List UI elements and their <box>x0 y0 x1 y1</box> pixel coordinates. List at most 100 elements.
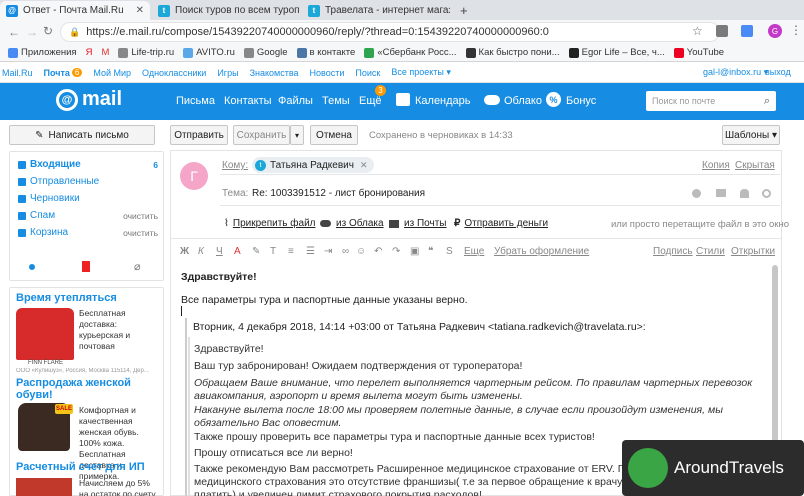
folder-spam[interactable]: Спам очистить <box>18 210 158 221</box>
bank-logo-image[interactable] <box>16 478 72 496</box>
nav-letters[interactable]: Письма <box>176 95 215 107</box>
bookmark-youtube[interactable]: YouTube <box>673 47 724 58</box>
portal-link[interactable]: Игры <box>217 68 238 78</box>
portal-link[interactable]: Mail.Ru <box>2 68 33 78</box>
folder-sent[interactable]: Отправленные <box>18 176 158 187</box>
portal-link[interactable]: Поиск <box>355 68 380 78</box>
portal-link[interactable]: Почта <box>44 68 70 78</box>
send-money-button[interactable]: ₽ Отправить деньги <box>454 218 548 229</box>
back-icon[interactable]: ← <box>8 25 20 39</box>
flag-filter-icon[interactable] <box>82 261 90 272</box>
bookmark-sberbank[interactable]: «Сбербанк Росс... <box>364 47 457 58</box>
translate-icon[interactable] <box>741 25 753 37</box>
nav-files[interactable]: Файлы <box>278 95 313 107</box>
clear-spam-link[interactable]: очистить <box>123 211 158 221</box>
bold-icon[interactable]: Ж <box>180 246 189 257</box>
redo-icon[interactable]: ↷ <box>392 246 400 257</box>
recipient-chip[interactable]: t Татьяна Радкевич ✕ <box>252 157 374 173</box>
bookmark-howto[interactable]: Как быстро пони... <box>465 47 560 58</box>
cancel-button[interactable]: Отмена <box>310 125 358 145</box>
cc-link[interactable]: Копия <box>702 160 730 171</box>
text-color-icon[interactable]: A <box>234 246 241 257</box>
menu-icon[interactable]: ⋮ <box>790 23 802 37</box>
italic-icon[interactable]: К <box>198 246 204 257</box>
tab-tours-search[interactable]: t Поиск туров по всем туропер ✕ <box>152 1 300 20</box>
from-mail-button[interactable]: из Почты <box>389 218 446 229</box>
address-bar[interactable]: 🔒 https://e.mail.ru/compose/154392207400… <box>60 22 720 42</box>
to-label[interactable]: Кому: <box>222 160 248 171</box>
extension-icon[interactable] <box>716 25 728 37</box>
bcc-link[interactable]: Скрытая <box>735 160 775 171</box>
nav-themes[interactable]: Темы <box>322 95 350 107</box>
clear-trash-link[interactable]: очистить <box>123 228 158 238</box>
attachment-filter-icon[interactable]: ⌀ <box>134 260 141 273</box>
emoji-icon[interactable]: ☺ <box>356 246 366 257</box>
bookmark-yandex[interactable]: Я <box>86 47 93 58</box>
styles-link[interactable]: Стили <box>696 246 725 257</box>
strikethrough-icon[interactable]: S <box>446 246 453 257</box>
red-jacket-image[interactable] <box>16 308 74 360</box>
signature-link[interactable]: Подпись <box>653 246 693 257</box>
nav-cloud[interactable]: Облако <box>504 95 542 107</box>
undo-icon[interactable]: ↶ <box>374 246 382 257</box>
folder-drafts[interactable]: Черновики <box>18 193 158 204</box>
save-dropdown-chevron-icon[interactable]: ▾ <box>290 125 304 145</box>
bookmark-vk[interactable]: в контакте <box>296 47 355 58</box>
remove-recipient-icon[interactable]: ✕ <box>360 160 368 171</box>
quote-icon[interactable]: ❝ <box>428 246 433 257</box>
portal-link[interactable]: Одноклассники <box>142 68 206 78</box>
unread-filter-icon[interactable] <box>29 264 35 270</box>
from-cloud-button[interactable]: из Облака <box>320 218 384 229</box>
reminder-bell-icon[interactable] <box>740 189 749 198</box>
tab-travelata[interactable]: t Травелата - интернет магази ✕ <box>302 1 450 20</box>
promo-title[interactable]: Расчетный счет для ИП <box>16 461 145 473</box>
promo-title[interactable]: Время утепляться <box>16 292 117 304</box>
promo-title[interactable]: Распродажа женской обуви! <box>16 377 156 401</box>
priority-icon[interactable] <box>692 189 701 198</box>
save-button[interactable]: Сохранить <box>233 125 290 145</box>
underline-icon[interactable]: Ч <box>216 246 223 257</box>
body-line[interactable]: Здравствуйте! <box>181 271 257 284</box>
body-scrollbar[interactable] <box>772 265 778 465</box>
bookmark-google[interactable]: Google <box>243 47 288 58</box>
mail-logo[interactable]: @ mail <box>56 88 122 111</box>
font-size-icon[interactable]: T <box>270 246 276 257</box>
nav-contacts[interactable]: Контакты <box>224 95 272 107</box>
search-input[interactable]: Поиск по почте ⌕ <box>646 91 776 111</box>
nav-more[interactable]: Ещё <box>359 95 382 107</box>
folder-trash[interactable]: Корзина очистить <box>18 227 158 238</box>
profile-avatar[interactable]: G <box>768 24 782 38</box>
close-tab-icon[interactable]: ✕ <box>132 5 144 16</box>
reload-icon[interactable]: ↻ <box>43 24 53 38</box>
portal-link[interactable]: Мой Мир <box>93 68 131 78</box>
body-line[interactable]: Все параметры тура и паспортные данные у… <box>181 294 468 307</box>
bookmark-apps[interactable]: Приложения <box>8 47 77 58</box>
bookmark-egor[interactable]: Egor Life – Все, ч... <box>568 47 665 58</box>
star-icon[interactable]: ☆ <box>692 24 703 38</box>
portal-link[interactable]: Знакомства <box>250 68 299 78</box>
send-button[interactable]: Отправить <box>170 125 228 145</box>
search-icon[interactable]: ⌕ <box>764 95 770 108</box>
nav-bonus[interactable]: Бонус <box>566 95 596 107</box>
remove-format-link[interactable]: Убрать оформление <box>494 246 589 257</box>
promo-text[interactable]: Бесплатная доставка: курьерская и почтов… <box>79 308 159 352</box>
align-icon[interactable]: ≡ <box>288 246 294 257</box>
new-tab-icon[interactable]: + <box>460 3 468 18</box>
link-icon[interactable]: ∞ <box>342 246 349 257</box>
portal-link[interactable]: Новости <box>310 68 345 78</box>
format-more-link[interactable]: Еще <box>464 246 484 257</box>
subject-field[interactable]: Re: 1003391512 - лист бронирования <box>252 188 425 199</box>
bookmark-lifetrip[interactable]: Life-trip.ru <box>118 47 174 58</box>
postcards-link[interactable]: Открытки <box>731 246 775 257</box>
nav-calendar[interactable]: Календарь <box>415 95 471 107</box>
portal-link[interactable]: Все проекты ▾ <box>391 67 451 78</box>
bookmark-avito[interactable]: AVITO.ru <box>183 47 235 58</box>
logout-link[interactable]: выход <box>765 67 791 77</box>
delay-send-icon[interactable] <box>762 189 771 198</box>
folder-inbox[interactable]: Входящие 6 <box>18 159 158 170</box>
user-email[interactable]: gal-l@inbox.ru ▾ <box>703 67 768 78</box>
promo-text[interactable]: Начисляем до 5% на остаток по счету <box>79 478 159 496</box>
attach-file-button[interactable]: ⌇ Прикрепить файл <box>224 218 316 229</box>
indent-icon[interactable]: ⇥ <box>324 246 332 257</box>
highlight-icon[interactable]: ✎ <box>252 246 260 257</box>
